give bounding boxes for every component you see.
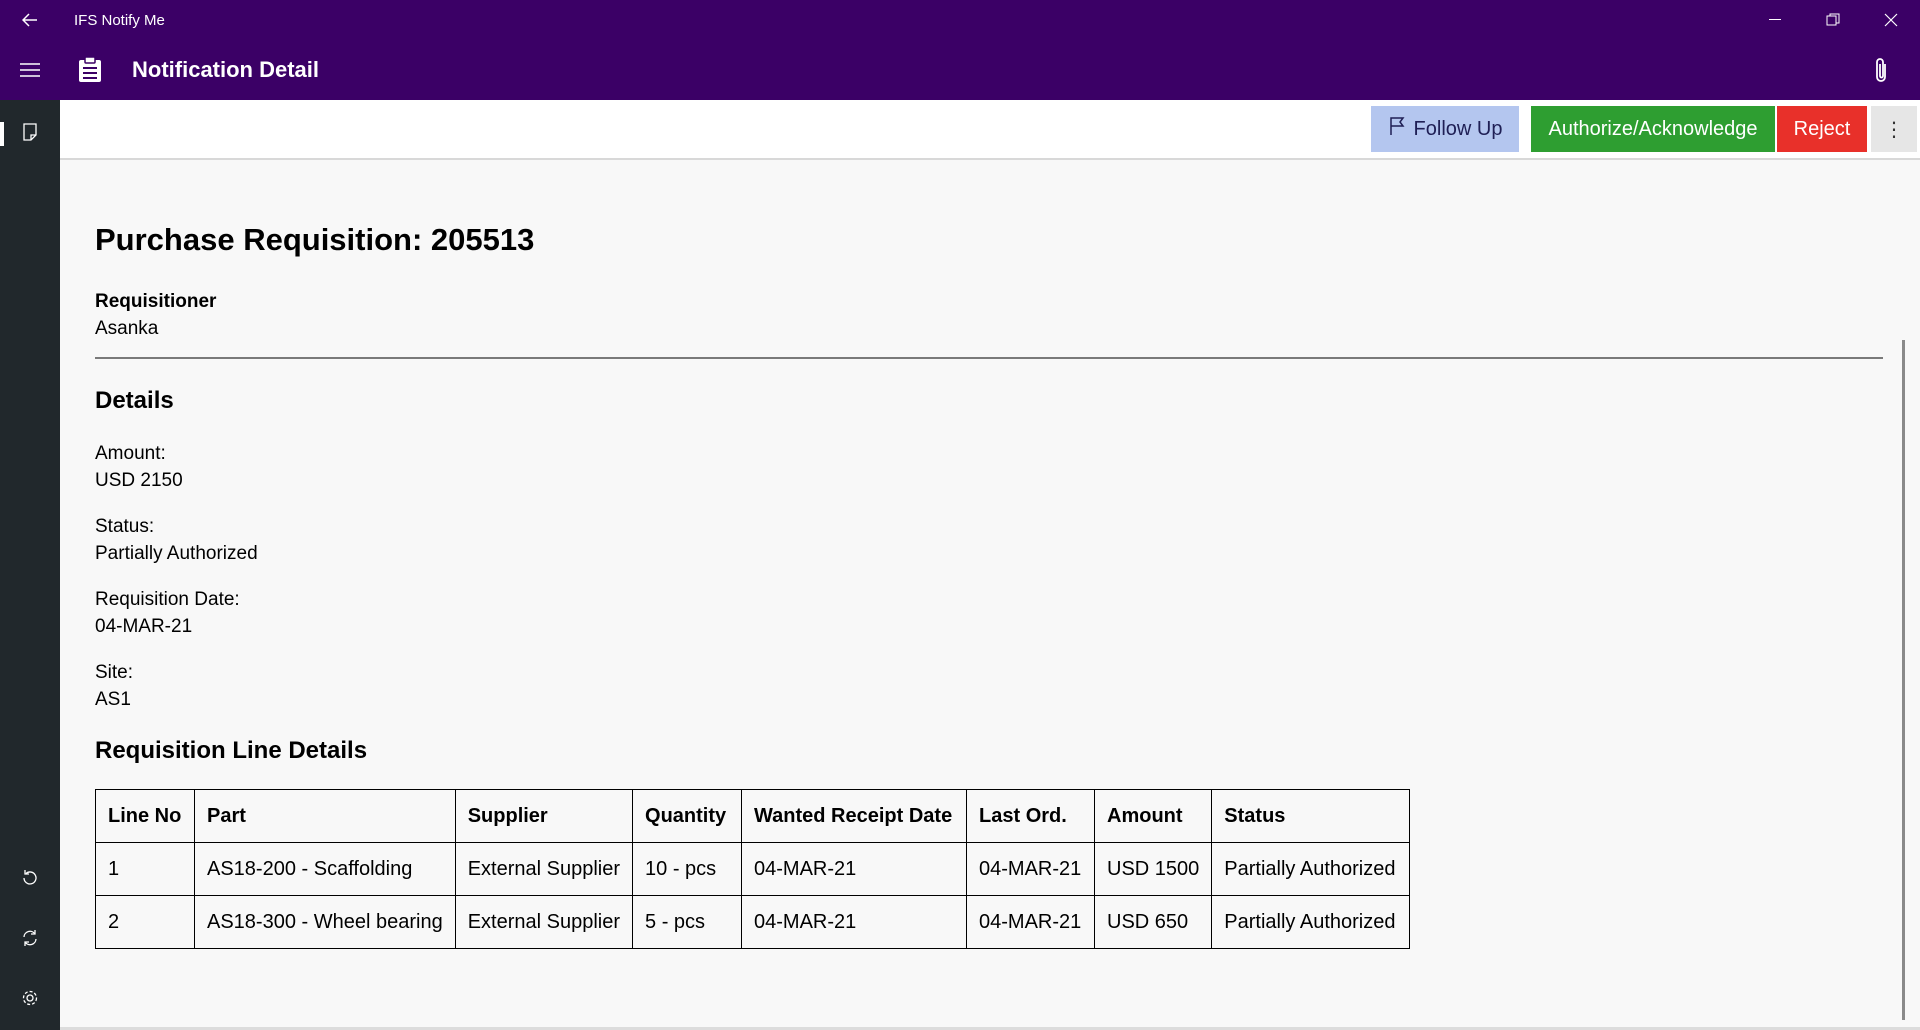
sidebar-item-sync[interactable]	[0, 916, 60, 964]
field-value: 04-MAR-21	[95, 616, 193, 637]
follow-up-label: Follow Up	[1413, 117, 1503, 140]
field-label: Site:	[95, 662, 134, 683]
window-controls	[1746, 0, 1920, 40]
follow-up-button[interactable]: Follow Up	[1371, 106, 1519, 152]
table-cell: 04-MAR-21	[966, 895, 1096, 949]
table-cell: 04-MAR-21	[741, 895, 968, 949]
column-header: Wanted Receipt Date	[741, 789, 968, 843]
site-field: Site: AS1	[95, 659, 133, 713]
column-header: Amount	[1094, 789, 1213, 843]
details-heading: Details	[95, 387, 174, 414]
column-header: Part	[194, 789, 456, 843]
reject-button[interactable]: Reject	[1777, 106, 1867, 152]
amount-field: Amount: USD 2150	[95, 440, 183, 494]
requisitioner-label: Requisitioner	[95, 291, 217, 312]
requisition-lines-table: Line No Part Supplier Quantity Wanted Re…	[95, 789, 1411, 949]
table-row: 1 AS18-200 - Scaffolding External Suppli…	[95, 842, 1411, 896]
table-row: 2 AS18-300 - Wheel bearing External Supp…	[95, 895, 1411, 949]
table-cell: AS18-200 - Scaffolding	[194, 842, 456, 896]
table-cell: 1	[95, 842, 195, 896]
table-cell: External Supplier	[454, 842, 634, 896]
table-cell: AS18-300 - Wheel bearing	[194, 895, 456, 949]
sync-icon	[21, 929, 39, 952]
table-cell: Partially Authorized	[1211, 895, 1411, 949]
close-button[interactable]	[1862, 0, 1920, 40]
scrollbar[interactable]	[1902, 340, 1905, 1020]
clipboard-icon	[60, 40, 120, 100]
requisitioner-block: Requisitioner Asanka	[95, 288, 216, 342]
table-cell: Partially Authorized	[1211, 842, 1411, 896]
history-icon	[21, 869, 39, 892]
column-header: Quantity	[632, 789, 743, 843]
app-header: Notification Detail	[0, 40, 1920, 100]
restore-button[interactable]	[1804, 0, 1862, 40]
sidebar-item-history[interactable]	[0, 856, 60, 904]
sidebar	[0, 100, 60, 1030]
requisitioner-value: Asanka	[95, 318, 159, 339]
hamburger-menu-icon[interactable]	[0, 40, 60, 100]
field-label: Requisition Date:	[95, 589, 240, 610]
back-arrow-icon[interactable]	[0, 0, 60, 40]
column-header: Last Ord.	[966, 789, 1096, 843]
title-bar: IFS Notify Me	[0, 0, 1920, 40]
paperclip-icon[interactable]	[1866, 54, 1896, 86]
table-cell: USD 1500	[1094, 842, 1213, 896]
line-details-heading: Requisition Line Details	[95, 737, 368, 764]
notification-content: Purchase Requisition: 205513 Requisition…	[60, 162, 1908, 1030]
table-cell: 04-MAR-21	[966, 842, 1096, 896]
requisition-title: Purchase Requisition: 205513	[95, 222, 535, 257]
sidebar-item-detail[interactable]	[0, 110, 60, 158]
table-header-row: Line No Part Supplier Quantity Wanted Re…	[95, 789, 1411, 843]
field-label: Amount:	[95, 443, 166, 464]
gear-icon	[21, 989, 39, 1012]
authorize-acknowledge-button[interactable]: Authorize/Acknowledge	[1531, 106, 1775, 152]
more-options-button[interactable]: ⋮	[1871, 106, 1917, 152]
column-header: Status	[1211, 789, 1411, 843]
field-value: Partially Authorized	[95, 543, 258, 564]
field-value: USD 2150	[95, 470, 183, 491]
field-label: Status:	[95, 516, 155, 537]
field-value: AS1	[95, 689, 131, 710]
page-title: Notification Detail	[132, 57, 320, 82]
minimize-button[interactable]	[1746, 0, 1804, 40]
command-bar: Follow Up Authorize/Acknowledge Reject ⋮	[60, 100, 1920, 160]
flag-icon	[1388, 116, 1414, 142]
column-header: Line No	[95, 789, 195, 843]
table-cell: USD 650	[1094, 895, 1213, 949]
table-cell: External Supplier	[454, 895, 634, 949]
page-icon	[23, 122, 37, 146]
divider	[95, 357, 1883, 359]
requisition-date-field: Requisition Date: 04-MAR-21	[95, 586, 240, 640]
sidebar-item-settings[interactable]	[0, 976, 60, 1024]
app-title: IFS Notify Me	[74, 11, 165, 29]
table-cell: 5 - pcs	[632, 895, 743, 949]
status-field: Status: Partially Authorized	[95, 513, 258, 567]
table-cell: 04-MAR-21	[741, 842, 968, 896]
table-cell: 2	[95, 895, 195, 949]
table-cell: 10 - pcs	[632, 842, 743, 896]
column-header: Supplier	[454, 789, 634, 843]
